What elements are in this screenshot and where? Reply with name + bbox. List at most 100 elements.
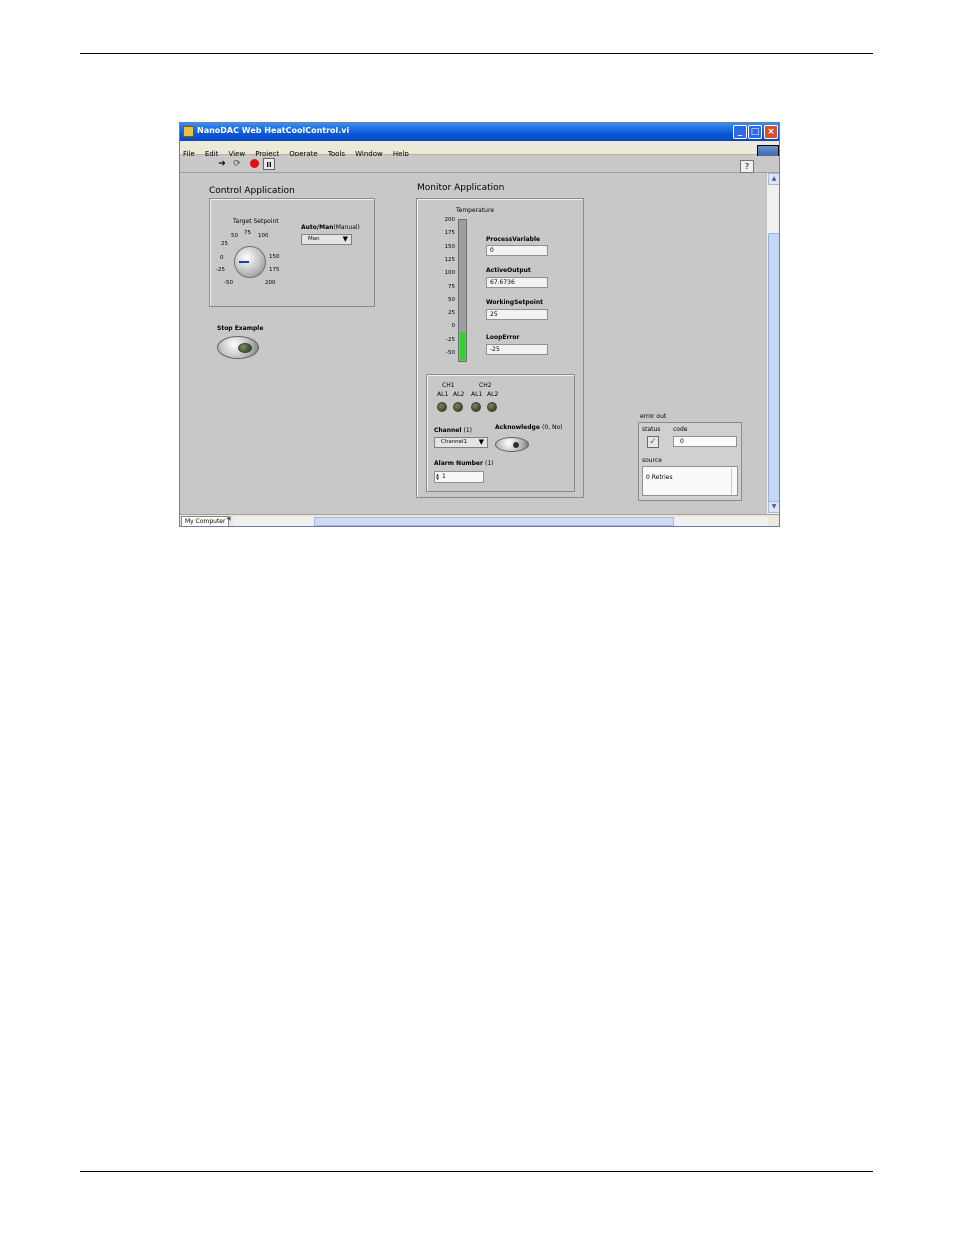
knob-tick: 50 (231, 233, 238, 239)
knob-tick: 75 (244, 230, 251, 236)
ch2-label: CH2 (479, 382, 492, 389)
stop-example-button[interactable] (217, 336, 259, 359)
auto-man-ring[interactable]: Man ▼ (301, 234, 352, 245)
run-continuously-icon[interactable]: ⟳ (231, 158, 243, 170)
status-bar: My Computer ◀ (180, 514, 779, 526)
footer-rule (80, 1171, 873, 1172)
al-label: AL1 (471, 391, 483, 398)
auto-man-label-text: Auto/Man (301, 224, 334, 231)
al-label: AL2 (453, 391, 465, 398)
code-indicator: 0 (673, 436, 737, 447)
temperature-scale-tick: 75 (448, 283, 455, 290)
source-indicator: 0 Retries (642, 466, 738, 496)
process-variable-indicator: 0 (486, 245, 548, 256)
dropdown-arrow-icon: ▼ (342, 235, 348, 243)
temperature-scale-tick: -25 (446, 336, 455, 343)
abort-execution-icon[interactable] (248, 158, 260, 170)
acknowledge-led-icon (513, 442, 519, 448)
labview-window: NanoDAC Web HeatCoolControl.vi _ □ × Fil… (179, 122, 780, 527)
knob-tick: 175 (269, 267, 280, 273)
error-out-label: error out (640, 413, 667, 420)
labview-app-icon (183, 126, 194, 137)
scroll-up-icon[interactable]: ▲ (768, 173, 779, 185)
alarm-led-icon (437, 402, 447, 412)
active-output-label: ActiveOutput (486, 267, 531, 274)
alarm-led-icon (487, 402, 497, 412)
temperature-scale-tick: 50 (448, 296, 455, 303)
active-output-indicator: 67.6736 (486, 277, 548, 288)
al-label: AL2 (487, 391, 499, 398)
process-variable-label: ProcessVariable (486, 236, 541, 243)
location-indicator: My Computer (181, 516, 230, 526)
source-label: source (642, 457, 662, 464)
knob-tick: 100 (258, 233, 269, 239)
temperature-scale-tick: 200 (444, 217, 456, 223)
temperature-scale-tick: -50 (446, 350, 455, 356)
temperature-scale-tick: 25 (448, 310, 455, 317)
alarm-number-label-suffix: (1) (485, 460, 494, 467)
knob-tick: -25 (216, 267, 225, 273)
pause-icon[interactable]: II (263, 158, 275, 170)
auto-man-value: Man (308, 236, 320, 242)
acknowledge-label-suffix: (0, No) (542, 424, 563, 431)
auto-man-label: Auto/Man(Manual) (301, 224, 360, 231)
temperature-scale-tick: 100 (444, 270, 456, 277)
temperature-scale-tick: 125 (444, 256, 456, 263)
alarm-number-control[interactable]: ▲ ▼ 1 (434, 471, 484, 483)
temperature-scale-tick: 175 (444, 230, 456, 237)
window-title: NanoDAC Web HeatCoolControl.vi (197, 126, 350, 135)
menu-bar: File Edit View Project Operate Tools Win… (180, 141, 779, 158)
code-label: code (673, 426, 688, 433)
scroll-down-icon[interactable]: ▼ (768, 501, 779, 513)
acknowledge-label: Acknowledge (0, No) (495, 424, 563, 431)
control-app-heading: Control Application (209, 186, 295, 196)
temperature-scale-tick: 0 (451, 323, 456, 330)
scroll-thumb[interactable] (768, 233, 779, 503)
temperature-label: Temperature (456, 207, 495, 214)
status-check-icon: ✓ (647, 436, 659, 448)
title-bar[interactable]: NanoDAC Web HeatCoolControl.vi _ □ × (180, 123, 779, 141)
increment-arrows-icon[interactable]: ▲ ▼ (436, 473, 439, 481)
channel-label-text: Channel (434, 427, 462, 434)
channel-ring[interactable]: Channel1 ▼ (434, 437, 488, 448)
toolbar: ➔ ⟳ II (180, 156, 779, 173)
stop-example-label: Stop Example (217, 325, 264, 332)
source-scrollbar[interactable] (731, 468, 736, 494)
maximize-button[interactable]: □ (748, 125, 762, 139)
knob-tick: 25 (221, 241, 228, 247)
al-label: AL1 (437, 391, 449, 398)
ch1-label: CH1 (442, 382, 455, 389)
working-setpoint-indicator: 25 (486, 309, 548, 320)
alarm-number-value: 1 (442, 473, 446, 480)
acknowledge-button[interactable] (495, 437, 529, 452)
alarm-led-icon (471, 402, 481, 412)
channel-label-suffix: (1) (463, 427, 473, 434)
tank-fill (460, 332, 465, 360)
knob-tick: 150 (269, 254, 280, 260)
auto-man-label-suffix: (Manual) (333, 224, 360, 231)
knob-tick: 0 (220, 255, 224, 261)
loop-error-label: LoopError (486, 334, 520, 341)
run-arrow-icon[interactable]: ➔ (216, 158, 228, 170)
stop-led-icon (238, 343, 252, 353)
knob-tick: -50 (224, 280, 233, 286)
close-button[interactable]: × (764, 125, 778, 139)
status-label: status (642, 426, 661, 433)
target-setpoint-label: Target Setpoint (233, 218, 279, 225)
alarm-led-icon (453, 402, 463, 412)
acknowledge-label-text: Acknowledge (495, 424, 540, 431)
header-rule (80, 53, 873, 54)
horizontal-scrollbar[interactable] (234, 517, 768, 526)
loop-error-indicator: -25 (486, 344, 548, 355)
vertical-scrollbar[interactable]: ▲ ▼ (766, 173, 779, 514)
channel-value: Channel1 (441, 439, 468, 445)
horizontal-scroll-thumb[interactable] (314, 517, 674, 526)
knob-pointer (239, 261, 249, 263)
source-value: 0 Retries (646, 474, 673, 481)
minimize-button[interactable]: _ (733, 125, 747, 139)
alarm-number-label-text: Alarm Number (434, 460, 483, 467)
context-help-icon[interactable]: ? (740, 160, 754, 173)
scroll-left-icon[interactable]: ◀ (226, 515, 231, 522)
control-app-frame (209, 198, 375, 307)
knob-tick: 200 (265, 280, 276, 286)
